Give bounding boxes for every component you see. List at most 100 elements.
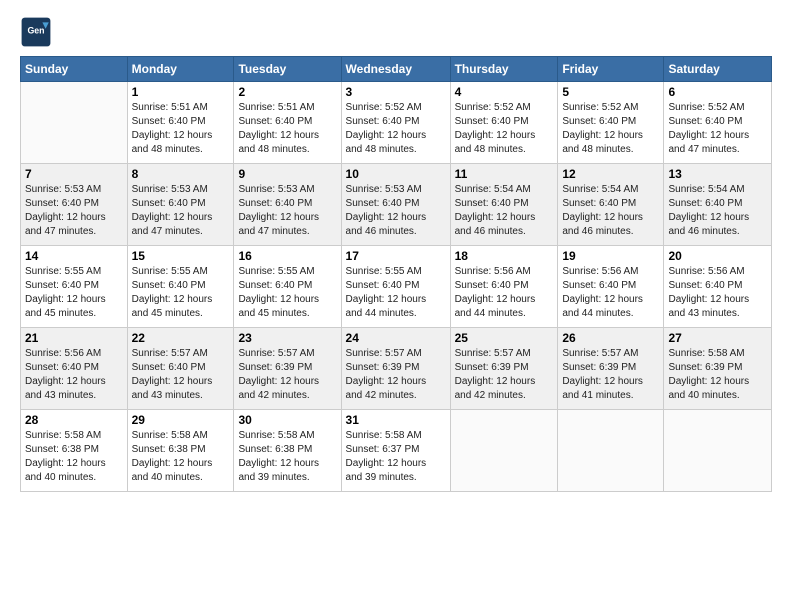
day-info: Sunrise: 5:52 AM Sunset: 6:40 PM Dayligh… bbox=[668, 101, 767, 157]
day-info: Sunrise: 5:56 AM Sunset: 6:40 PM Dayligh… bbox=[25, 347, 123, 403]
calendar-header-monday: Monday bbox=[127, 57, 234, 82]
day-info: Sunrise: 5:58 AM Sunset: 6:38 PM Dayligh… bbox=[238, 429, 336, 485]
calendar-cell: 12 Sunrise: 5:54 AM Sunset: 6:40 PM Dayli… bbox=[558, 164, 664, 246]
day-number: 10 bbox=[346, 167, 446, 181]
day-info: Sunrise: 5:52 AM Sunset: 6:40 PM Dayligh… bbox=[346, 101, 446, 157]
day-info: Sunrise: 5:53 AM Sunset: 6:40 PM Dayligh… bbox=[238, 183, 336, 239]
day-info: Sunrise: 5:53 AM Sunset: 6:40 PM Dayligh… bbox=[132, 183, 230, 239]
calendar-cell: 14Sunrise: 5:55 AM Sunset: 6:40 PM Dayli… bbox=[21, 246, 128, 328]
day-number: 28 bbox=[25, 413, 123, 427]
calendar-cell: 17 Sunrise: 5:55 AM Sunset: 6:40 PM Dayli… bbox=[341, 246, 450, 328]
calendar-cell: 29 Sunrise: 5:58 AM Sunset: 6:38 PM Dayli… bbox=[127, 410, 234, 492]
calendar-week-3: 14Sunrise: 5:55 AM Sunset: 6:40 PM Dayli… bbox=[21, 246, 772, 328]
calendar-cell: 5 Sunrise: 5:52 AM Sunset: 6:40 PM Daylig… bbox=[558, 82, 664, 164]
calendar-cell: 1 Sunrise: 5:51 AM Sunset: 6:40 PM Daylig… bbox=[127, 82, 234, 164]
calendar-cell: 21 Sunrise: 5:56 AM Sunset: 6:40 PM Dayli… bbox=[21, 328, 128, 410]
day-info: Sunrise: 5:56 AM Sunset: 6:40 PM Dayligh… bbox=[562, 265, 659, 321]
day-info: Sunrise: 5:54 AM Sunset: 6:40 PM Dayligh… bbox=[455, 183, 554, 239]
day-number: 22 bbox=[132, 331, 230, 345]
day-info: Sunrise: 5:53 AM Sunset: 6:40 PM Dayligh… bbox=[25, 183, 123, 239]
calendar-cell: 11 Sunrise: 5:54 AM Sunset: 6:40 PM Dayli… bbox=[450, 164, 558, 246]
day-info: Sunrise: 5:56 AM Sunset: 6:40 PM Dayligh… bbox=[668, 265, 767, 321]
page: Gen SundayMondayTuesdayWednesdayThursday… bbox=[0, 0, 792, 612]
calendar: SundayMondayTuesdayWednesdayThursdayFrid… bbox=[20, 56, 772, 492]
calendar-cell bbox=[21, 82, 128, 164]
day-number: 30 bbox=[238, 413, 336, 427]
calendar-header-tuesday: Tuesday bbox=[234, 57, 341, 82]
calendar-cell: 13 Sunrise: 5:54 AM Sunset: 6:40 PM Dayli… bbox=[664, 164, 772, 246]
day-info: Sunrise: 5:58 AM Sunset: 6:37 PM Dayligh… bbox=[346, 429, 446, 485]
calendar-week-4: 21 Sunrise: 5:56 AM Sunset: 6:40 PM Dayli… bbox=[21, 328, 772, 410]
calendar-cell: 7 Sunrise: 5:53 AM Sunset: 6:40 PM Daylig… bbox=[21, 164, 128, 246]
calendar-cell: 4 Sunrise: 5:52 AM Sunset: 6:40 PM Daylig… bbox=[450, 82, 558, 164]
day-number: 23 bbox=[238, 331, 336, 345]
calendar-cell: 24 Sunrise: 5:57 AM Sunset: 6:39 PM Dayli… bbox=[341, 328, 450, 410]
day-number: 25 bbox=[455, 331, 554, 345]
day-info: Sunrise: 5:58 AM Sunset: 6:38 PM Dayligh… bbox=[132, 429, 230, 485]
calendar-cell: 25 Sunrise: 5:57 AM Sunset: 6:39 PM Dayli… bbox=[450, 328, 558, 410]
calendar-header-friday: Friday bbox=[558, 57, 664, 82]
day-number: 9 bbox=[238, 167, 336, 181]
day-number: 7 bbox=[25, 167, 123, 181]
calendar-header-sunday: Sunday bbox=[21, 57, 128, 82]
day-number: 18 bbox=[455, 249, 554, 263]
calendar-header-wednesday: Wednesday bbox=[341, 57, 450, 82]
day-info: Sunrise: 5:55 AM Sunset: 6:40 PM Dayligh… bbox=[25, 265, 123, 321]
day-number: 24 bbox=[346, 331, 446, 345]
day-number: 3 bbox=[346, 85, 446, 99]
calendar-cell: 2Sunrise: 5:51 AM Sunset: 6:40 PM Daylig… bbox=[234, 82, 341, 164]
day-number: 17 bbox=[346, 249, 446, 263]
calendar-cell: 9 Sunrise: 5:53 AM Sunset: 6:40 PM Daylig… bbox=[234, 164, 341, 246]
day-info: Sunrise: 5:57 AM Sunset: 6:39 PM Dayligh… bbox=[562, 347, 659, 403]
calendar-week-2: 7 Sunrise: 5:53 AM Sunset: 6:40 PM Daylig… bbox=[21, 164, 772, 246]
day-number: 11 bbox=[455, 167, 554, 181]
calendar-cell: 18Sunrise: 5:56 AM Sunset: 6:40 PM Dayli… bbox=[450, 246, 558, 328]
calendar-header-thursday: Thursday bbox=[450, 57, 558, 82]
calendar-cell bbox=[558, 410, 664, 492]
day-number: 12 bbox=[562, 167, 659, 181]
day-info: Sunrise: 5:55 AM Sunset: 6:40 PM Dayligh… bbox=[346, 265, 446, 321]
day-number: 31 bbox=[346, 413, 446, 427]
calendar-cell: 20 Sunrise: 5:56 AM Sunset: 6:40 PM Dayli… bbox=[664, 246, 772, 328]
day-info: Sunrise: 5:57 AM Sunset: 6:39 PM Dayligh… bbox=[238, 347, 336, 403]
day-info: Sunrise: 5:58 AM Sunset: 6:38 PM Dayligh… bbox=[25, 429, 123, 485]
calendar-cell: 31 Sunrise: 5:58 AM Sunset: 6:37 PM Dayli… bbox=[341, 410, 450, 492]
day-number: 1 bbox=[132, 85, 230, 99]
day-info: Sunrise: 5:55 AM Sunset: 6:40 PM Dayligh… bbox=[238, 265, 336, 321]
day-number: 5 bbox=[562, 85, 659, 99]
day-info: Sunrise: 5:54 AM Sunset: 6:40 PM Dayligh… bbox=[562, 183, 659, 239]
calendar-cell: 6Sunrise: 5:52 AM Sunset: 6:40 PM Daylig… bbox=[664, 82, 772, 164]
logo-icon: Gen bbox=[20, 16, 52, 48]
calendar-cell: 19Sunrise: 5:56 AM Sunset: 6:40 PM Dayli… bbox=[558, 246, 664, 328]
day-number: 20 bbox=[668, 249, 767, 263]
day-info: Sunrise: 5:52 AM Sunset: 6:40 PM Dayligh… bbox=[562, 101, 659, 157]
day-info: Sunrise: 5:52 AM Sunset: 6:40 PM Dayligh… bbox=[455, 101, 554, 157]
calendar-cell: 15 Sunrise: 5:55 AM Sunset: 6:40 PM Dayli… bbox=[127, 246, 234, 328]
day-info: Sunrise: 5:51 AM Sunset: 6:40 PM Dayligh… bbox=[132, 101, 230, 157]
day-number: 4 bbox=[455, 85, 554, 99]
day-number: 29 bbox=[132, 413, 230, 427]
day-info: Sunrise: 5:57 AM Sunset: 6:39 PM Dayligh… bbox=[455, 347, 554, 403]
calendar-cell: 8 Sunrise: 5:53 AM Sunset: 6:40 PM Daylig… bbox=[127, 164, 234, 246]
day-number: 13 bbox=[668, 167, 767, 181]
day-info: Sunrise: 5:55 AM Sunset: 6:40 PM Dayligh… bbox=[132, 265, 230, 321]
day-number: 8 bbox=[132, 167, 230, 181]
day-number: 21 bbox=[25, 331, 123, 345]
day-info: Sunrise: 5:57 AM Sunset: 6:39 PM Dayligh… bbox=[346, 347, 446, 403]
day-info: Sunrise: 5:53 AM Sunset: 6:40 PM Dayligh… bbox=[346, 183, 446, 239]
calendar-cell bbox=[664, 410, 772, 492]
header: Gen bbox=[20, 16, 772, 48]
day-info: Sunrise: 5:54 AM Sunset: 6:40 PM Dayligh… bbox=[668, 183, 767, 239]
calendar-week-5: 28 Sunrise: 5:58 AM Sunset: 6:38 PM Dayli… bbox=[21, 410, 772, 492]
day-info: Sunrise: 5:57 AM Sunset: 6:40 PM Dayligh… bbox=[132, 347, 230, 403]
calendar-week-1: 1 Sunrise: 5:51 AM Sunset: 6:40 PM Daylig… bbox=[21, 82, 772, 164]
calendar-cell: 26Sunrise: 5:57 AM Sunset: 6:39 PM Dayli… bbox=[558, 328, 664, 410]
day-number: 16 bbox=[238, 249, 336, 263]
calendar-cell: 30 Sunrise: 5:58 AM Sunset: 6:38 PM Dayli… bbox=[234, 410, 341, 492]
day-number: 15 bbox=[132, 249, 230, 263]
calendar-header-row: SundayMondayTuesdayWednesdayThursdayFrid… bbox=[21, 57, 772, 82]
calendar-cell: 3 Sunrise: 5:52 AM Sunset: 6:40 PM Daylig… bbox=[341, 82, 450, 164]
calendar-cell bbox=[450, 410, 558, 492]
calendar-cell: 10 Sunrise: 5:53 AM Sunset: 6:40 PM Dayli… bbox=[341, 164, 450, 246]
day-info: Sunrise: 5:58 AM Sunset: 6:39 PM Dayligh… bbox=[668, 347, 767, 403]
